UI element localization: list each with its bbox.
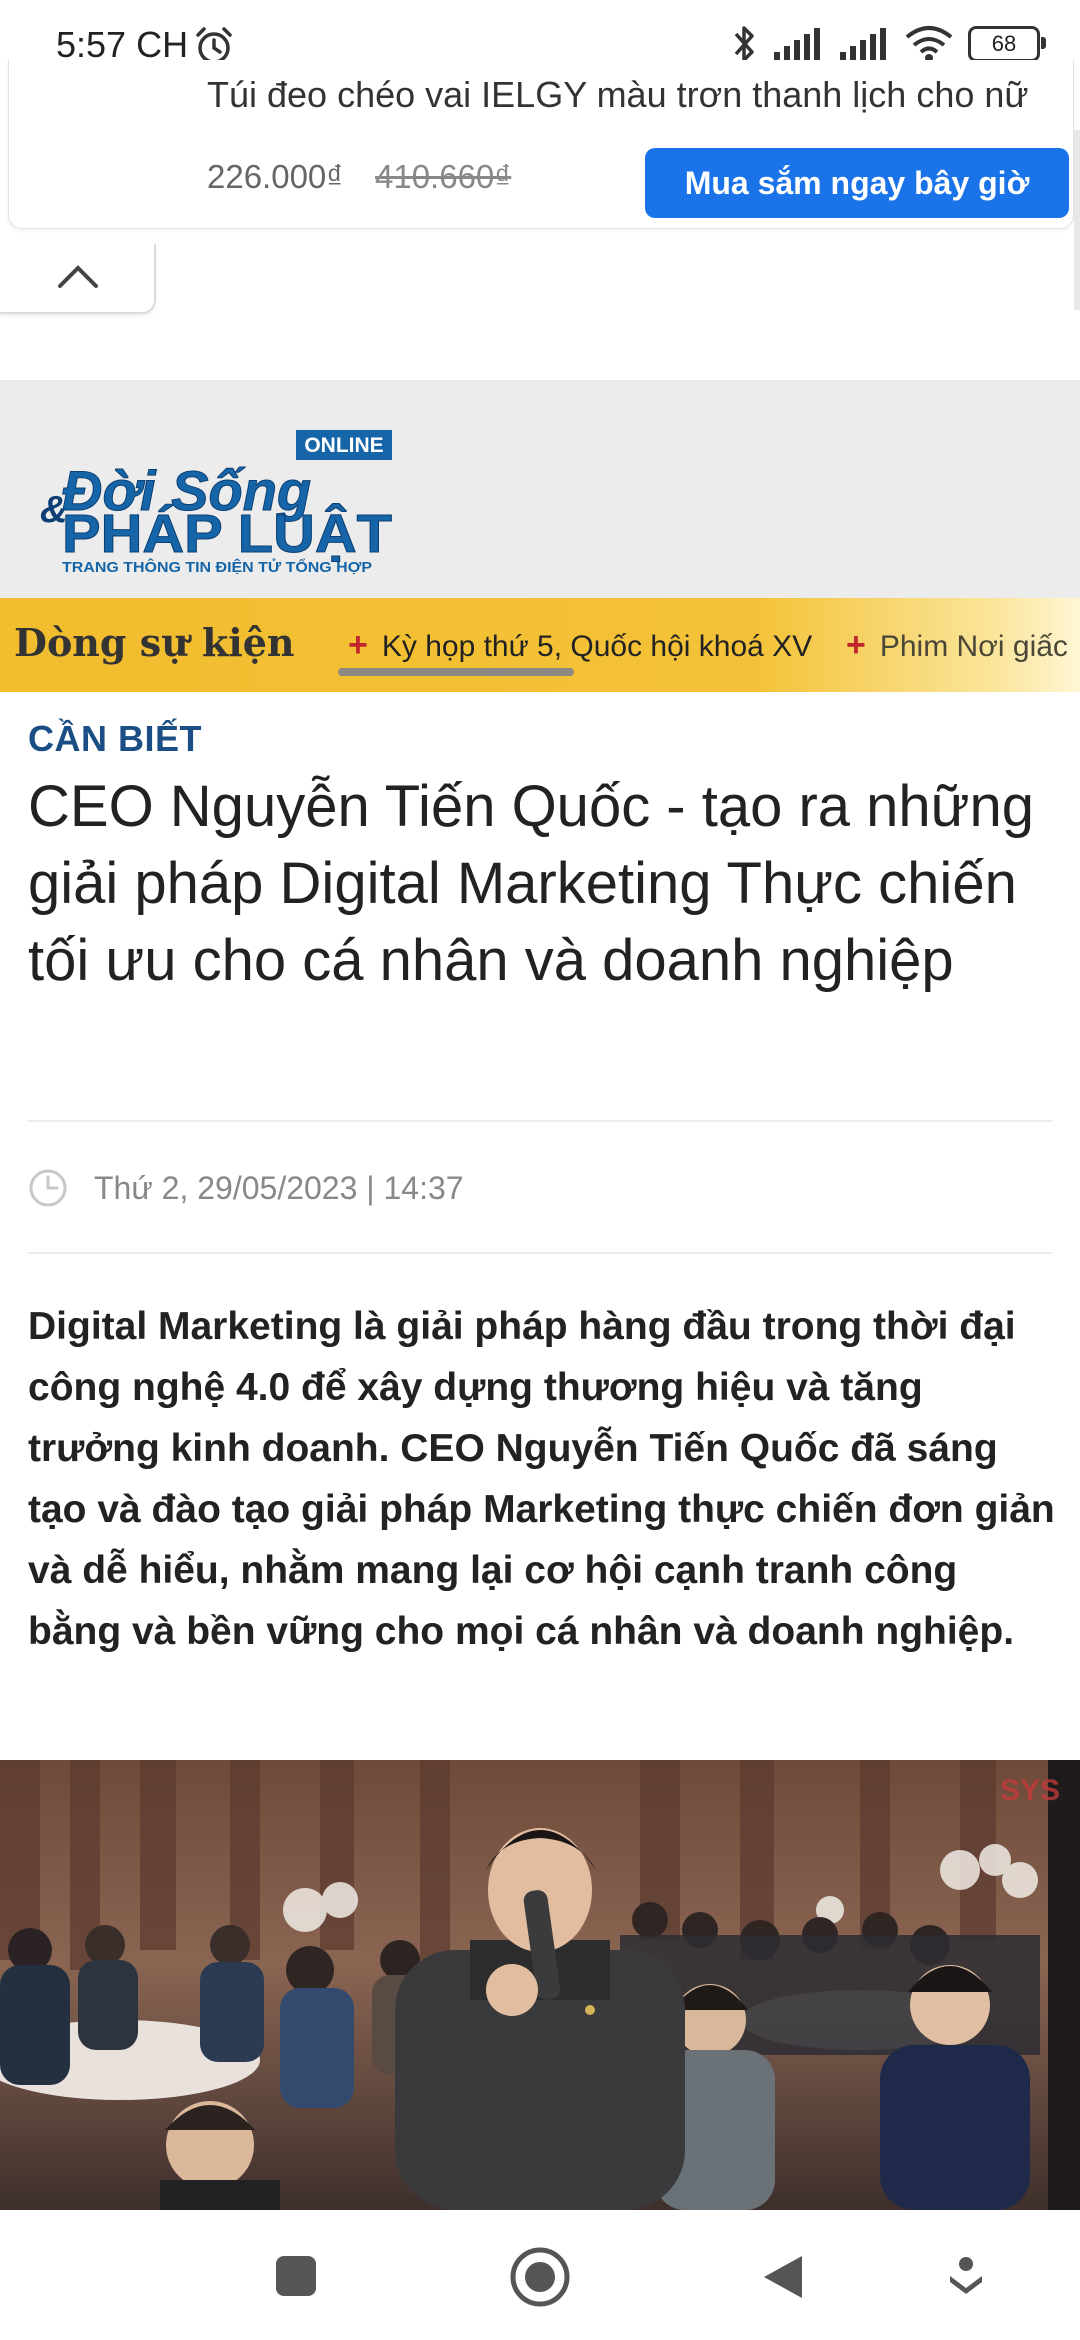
bluetooth-icon — [734, 26, 754, 62]
signal-icon — [840, 28, 886, 60]
logo-line2: PHÁP LUẬT — [62, 503, 392, 564]
site-header: ONLINE Đời Sống & PHÁP LUẬT TRANG THÔNG … — [0, 380, 1080, 598]
battery-icon: 68 — [968, 26, 1046, 62]
photo-watermark: SYS — [1000, 1774, 1060, 1807]
event-item[interactable]: + Kỳ họp thứ 5, Quốc hội khoá XV — [348, 626, 812, 665]
publish-datetime: Thứ 2, 29/05/2023 | 14:37 — [94, 1170, 464, 1206]
ad-product-title[interactable]: Túi đeo chéo vai IELGY màu trơn thanh lị… — [207, 74, 1067, 116]
divider — [28, 1120, 1052, 1122]
system-nav-bar — [0, 2210, 1080, 2340]
article-photo[interactable]: SYS — [0, 1760, 1080, 2210]
logo-tagline: TRANG THÔNG TIN ĐIỆN TỬ TỔNG HỢP — [62, 558, 372, 574]
clock-icon — [29, 1169, 67, 1207]
wifi-icon — [905, 26, 953, 62]
shop-now-button[interactable]: Mua sắm ngay bây giờ — [645, 148, 1069, 218]
article-headline: CEO Nguyễn Tiến Quốc - tạo ra những giải… — [28, 774, 1035, 993]
ad-price: 226.000₫ — [207, 158, 344, 195]
event-item[interactable]: + Phim Nơi giấc — [846, 626, 1068, 665]
back-icon[interactable] — [760, 2252, 806, 2302]
events-ticker: Dòng sự kiện + Kỳ họp thứ 5, Quốc hội kho… — [0, 598, 1080, 692]
event-item-label: Kỳ họp thứ 5, Quốc hội khoá XV — [381, 630, 813, 663]
logo-badge: ONLINE — [304, 434, 383, 457]
signal-icon — [774, 28, 820, 60]
collapse-ad-button[interactable] — [0, 244, 156, 314]
event-item-label: Phim Nơi giấc — [879, 630, 1068, 663]
home-icon[interactable] — [509, 2246, 571, 2308]
assistant-icon[interactable] — [946, 2254, 986, 2298]
plus-icon: + — [846, 626, 866, 664]
recents-icon[interactable] — [274, 2254, 318, 2298]
events-active-indicator — [338, 668, 574, 676]
scrollbar — [1074, 130, 1080, 310]
shopping-ad-banner[interactable]: Túi đeo chéo vai IELGY màu trơn thanh lị… — [8, 60, 1074, 229]
events-label: Dòng sự kiện — [14, 620, 295, 665]
site-logo[interactable]: ONLINE Đời Sống & PHÁP LUẬT TRANG THÔNG … — [40, 404, 400, 574]
plus-icon: + — [348, 626, 368, 664]
divider — [28, 1252, 1052, 1254]
article-lede: Digital Marketing là giải pháp hàng đầu … — [28, 1305, 1055, 1653]
ad-old-price: 410.660₫ — [375, 158, 512, 195]
article-category[interactable]: CẦN BIẾT — [28, 718, 202, 760]
chevron-up-icon — [58, 265, 98, 288]
battery-level: 68 — [991, 31, 1017, 56]
